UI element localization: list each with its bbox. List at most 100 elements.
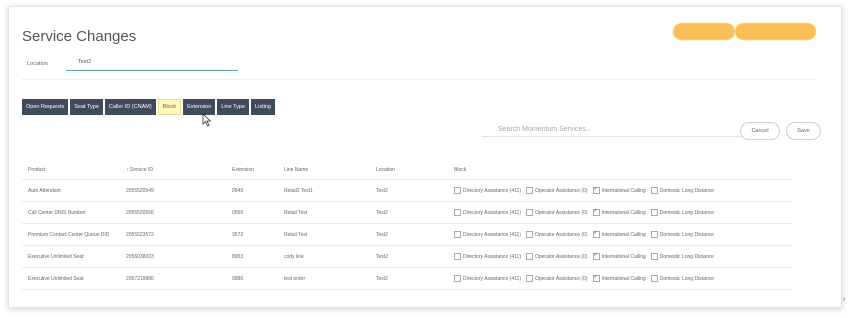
cell-product: Auto Attendant (22, 179, 120, 202)
block-option[interactable]: Domestic Long Distance (650, 186, 714, 194)
block-option-label: Domestic Long Distance (659, 187, 714, 194)
block-option[interactable]: Domestic Long Distance (650, 230, 714, 238)
checkbox[interactable] (454, 208, 461, 216)
cancel-button[interactable]: Cancel (740, 122, 780, 140)
cell-line-name: test order (278, 267, 370, 290)
cell-block: Directory Assistance (411) Operator Assis… (448, 223, 792, 246)
cell-product: Call Center DNIS Number (22, 201, 120, 224)
orange-action-button-1[interactable] (673, 23, 735, 40)
page-title: Service Changes (22, 28, 137, 45)
block-option-label: Domestic Long Distance (659, 209, 714, 216)
checkbox[interactable] (592, 186, 600, 194)
block-option-label: Domestic Long Distance (659, 231, 714, 238)
sort-icon: ↕ (126, 167, 129, 173)
block-option-label: International Calling (601, 253, 646, 260)
block-option-label: Operator Assistance (0) (534, 209, 588, 216)
checkbox[interactable] (454, 252, 461, 260)
cell-line-name: cody line (278, 245, 370, 268)
block-option-label: Domestic Long Distance (659, 253, 714, 260)
column-header-location[interactable]: Location (370, 165, 448, 180)
cell-extension: 0556 (226, 201, 278, 224)
cell-location: Test2 (370, 223, 448, 246)
block-option[interactable]: Operator Assistance (0) (525, 274, 588, 282)
scroll-indicator: › (843, 296, 846, 303)
checkbox[interactable] (525, 274, 533, 282)
checkbox[interactable] (454, 274, 461, 282)
cell-product: Premium Contact Center Queue DID (22, 223, 120, 246)
table-body: Auto Attendant 2055520549 0549 Retail2 Test… (22, 179, 792, 290)
checkbox[interactable] (525, 186, 533, 194)
block-option-label: International Calling (601, 187, 646, 194)
cell-location: Test2 (370, 245, 448, 268)
table-row: Executive Unlimited Seat 2056038003 8003 co… (22, 245, 792, 268)
location-input[interactable] (66, 54, 238, 71)
block-option[interactable]: Domestic Long Distance (650, 274, 714, 282)
block-option-label: Directory Assistance (411) (463, 253, 521, 260)
block-option[interactable]: International Calling (592, 274, 646, 282)
orange-action-button-2[interactable] (735, 23, 816, 40)
column-header-line-name[interactable]: Line Name (278, 165, 370, 180)
tab-listing[interactable]: Listing (251, 99, 275, 115)
cell-location: Test2 (370, 201, 448, 224)
table-row: Premium Contact Center Queue DID 20555235… (22, 223, 792, 246)
block-option[interactable]: International Calling (592, 208, 646, 216)
mouse-pointer-icon (202, 113, 212, 127)
save-button[interactable]: Save (786, 122, 821, 140)
column-header-extension[interactable]: Extension (226, 165, 278, 180)
column-header-product[interactable]: Product (22, 165, 120, 180)
checkbox[interactable] (650, 208, 658, 216)
tab-line-type[interactable]: Line Type (217, 99, 250, 115)
block-option[interactable]: International Calling (592, 252, 646, 260)
checkbox[interactable] (650, 230, 658, 238)
block-option[interactable]: Directory Assistance (411) (454, 186, 521, 194)
block-option-label: Domestic Long Distance (659, 275, 714, 282)
block-option[interactable]: Directory Assistance (411) (454, 274, 521, 282)
checkbox[interactable] (525, 252, 533, 260)
tab-block[interactable]: Block (157, 99, 182, 115)
checkbox[interactable] (454, 186, 461, 194)
block-option[interactable]: Directory Assistance (411) (454, 208, 521, 216)
cell-block: Directory Assistance (411) Operator Assis… (448, 245, 792, 268)
checkbox[interactable] (650, 186, 658, 194)
checkbox[interactable] (592, 230, 600, 238)
checkbox[interactable] (454, 230, 461, 238)
block-option[interactable]: Domestic Long Distance (650, 208, 714, 216)
block-option-label: Operator Assistance (0) (534, 253, 588, 260)
block-option[interactable]: Operator Assistance (0) (525, 252, 588, 260)
cell-extension: 3572 (226, 223, 278, 246)
checkbox[interactable] (525, 208, 533, 216)
cell-service-id: 2055523572 (120, 223, 226, 246)
checkbox[interactable] (592, 252, 600, 260)
cell-block: Directory Assistance (411) Operator Assis… (448, 201, 792, 224)
checkbox[interactable] (650, 252, 658, 260)
block-option[interactable]: Directory Assistance (411) (454, 230, 521, 238)
tab-open-requests[interactable]: Open Requests (22, 99, 69, 115)
checkbox[interactable] (525, 230, 533, 238)
search-input[interactable] (482, 122, 746, 137)
block-option[interactable]: Domestic Long Distance (650, 252, 714, 260)
cell-service-id: 2056038003 (120, 245, 226, 268)
block-option[interactable]: International Calling (592, 186, 646, 194)
divider (22, 79, 816, 80)
block-option-label: Operator Assistance (0) (534, 231, 588, 238)
block-option[interactable]: Directory Assistance (411) (454, 252, 521, 260)
block-option[interactable]: Operator Assistance (0) (525, 186, 588, 194)
cell-line-name: Retail Test (278, 223, 370, 246)
block-option[interactable]: Operator Assistance (0) (525, 230, 588, 238)
checkbox[interactable] (592, 208, 600, 216)
block-option[interactable]: International Calling (592, 230, 646, 238)
column-header-block: Block (448, 165, 792, 180)
checkbox[interactable] (650, 274, 658, 282)
block-option[interactable]: Operator Assistance (0) (525, 208, 588, 216)
block-option-label: Directory Assistance (411) (463, 275, 521, 282)
cell-line-name: Retail2 Test1 (278, 179, 370, 202)
tab-seat-type[interactable]: Seat Type (70, 99, 103, 115)
column-header-service-id[interactable]: ↕ Service ID (120, 165, 226, 180)
tab-caller-id[interactable]: Caller ID (CNAM) (104, 99, 156, 115)
cell-location: Test2 (370, 179, 448, 202)
cell-extension: 8003 (226, 245, 278, 268)
table-row: Call Center DNIS Number 2055520556 0556 Ret… (22, 201, 792, 224)
faint-link[interactable] (742, 61, 816, 68)
checkbox[interactable] (592, 274, 600, 282)
table-row: Auto Attendant 2055520549 0549 Retail2 Test… (22, 179, 792, 202)
